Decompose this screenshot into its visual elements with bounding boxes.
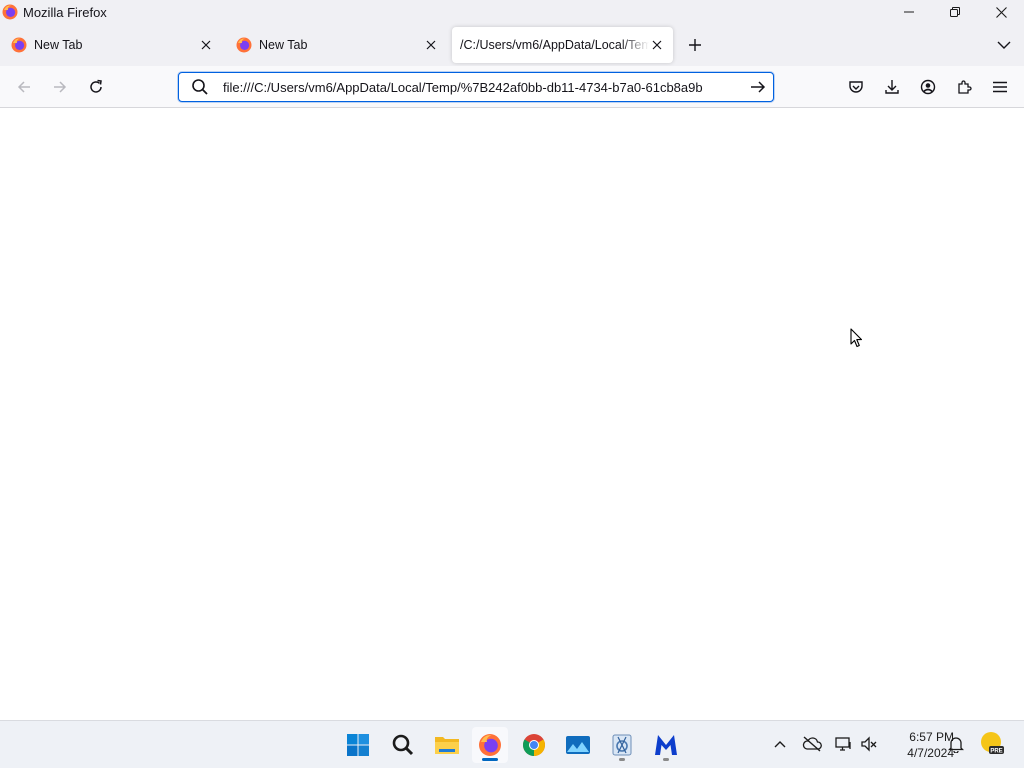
running-app-indicator xyxy=(619,758,625,761)
clock-date: 4/7/2024 xyxy=(907,746,954,760)
forward-arrow-icon xyxy=(54,81,67,93)
firefox-favicon-icon xyxy=(236,37,252,53)
windows-taskbar: 6:57 PM 4/7/2024 PRE xyxy=(0,720,1024,768)
hamburger-menu-icon xyxy=(993,81,1007,93)
pocket-button[interactable] xyxy=(844,75,868,99)
restore-icon xyxy=(950,7,960,17)
cloud-off-icon xyxy=(802,736,822,752)
page-content[interactable] xyxy=(0,108,1024,720)
chrome-taskbar-button[interactable] xyxy=(516,727,552,763)
tab-label: New Tab xyxy=(259,38,308,52)
chevron-down-icon xyxy=(997,41,1011,49)
restore-button[interactable] xyxy=(932,0,978,24)
close-icon xyxy=(652,40,662,50)
file-explorer-icon xyxy=(435,737,459,754)
photos-icon xyxy=(566,736,590,754)
snipping-tool-icon xyxy=(612,734,632,756)
search-icon xyxy=(392,734,414,756)
malwarebytes-taskbar-button[interactable] xyxy=(648,727,684,763)
tab-active-file[interactable]: /C:/Users/vm6/AppData/Local/Temp/%7B242a… xyxy=(452,27,673,63)
reload-button[interactable] xyxy=(84,75,108,99)
account-icon xyxy=(920,79,936,95)
firefox-taskbar-button[interactable] xyxy=(472,727,508,763)
close-window-button[interactable] xyxy=(978,0,1024,24)
tab-close-button[interactable] xyxy=(423,37,439,53)
running-app-indicator xyxy=(663,758,669,761)
bell-icon xyxy=(948,737,964,753)
search-icon xyxy=(192,79,208,95)
chrome-icon xyxy=(523,734,545,756)
show-hidden-icons-button[interactable] xyxy=(769,733,791,755)
copilot-preview-button[interactable]: PRE xyxy=(980,731,1004,755)
tab-label: /C:/Users/vm6/AppData/Local/Temp/%7B242a… xyxy=(460,38,649,52)
firefox-icon xyxy=(479,734,501,756)
network-tray-button[interactable] xyxy=(833,733,855,755)
taskbar-search-button[interactable] xyxy=(385,727,421,763)
tab-new-tab-1[interactable]: New Tab xyxy=(2,27,222,63)
account-button[interactable] xyxy=(916,75,940,99)
forward-button[interactable] xyxy=(48,75,72,99)
window-title: Mozilla Firefox xyxy=(23,4,107,20)
new-tab-button[interactable] xyxy=(683,33,707,57)
downloads-button[interactable] xyxy=(880,75,904,99)
tab-strip: New Tab New Tab /C:/Users/vm6/AppData/Lo… xyxy=(0,24,1024,66)
firefox-favicon-icon xyxy=(11,37,27,53)
onedrive-tray-button[interactable] xyxy=(801,733,823,755)
minimize-icon xyxy=(904,11,914,13)
tab-close-button[interactable] xyxy=(649,37,665,53)
puzzle-icon xyxy=(958,80,972,94)
go-arrow-icon[interactable] xyxy=(749,78,767,96)
plus-icon xyxy=(689,39,701,51)
chevron-up-icon xyxy=(774,741,786,748)
firefox-window: Mozilla Firefox New Tab New Tab /C:/User… xyxy=(0,0,1024,768)
system-clock[interactable]: 6:57 PM 4/7/2024 xyxy=(884,729,954,761)
close-icon xyxy=(426,40,436,50)
volume-tray-button[interactable] xyxy=(858,733,880,755)
start-button[interactable] xyxy=(340,727,376,763)
firefox-app-icon xyxy=(2,4,18,20)
back-button[interactable] xyxy=(12,75,36,99)
reload-icon xyxy=(90,79,102,93)
volume-muted-icon xyxy=(861,736,877,752)
clock-time: 6:57 PM xyxy=(909,730,954,744)
close-icon xyxy=(201,40,211,50)
navigation-toolbar: file:///C:/Users/vm6/AppData/Local/Temp/… xyxy=(0,66,1024,108)
malwarebytes-icon xyxy=(655,735,677,755)
photos-taskbar-button[interactable] xyxy=(560,727,596,763)
file-explorer-button[interactable] xyxy=(429,727,465,763)
tab-new-tab-2[interactable]: New Tab xyxy=(227,27,447,63)
download-icon xyxy=(885,80,899,94)
tab-label: New Tab xyxy=(34,38,83,52)
address-input[interactable]: file:///C:/Users/vm6/AppData/Local/Temp/… xyxy=(223,80,745,95)
address-bar[interactable]: file:///C:/Users/vm6/AppData/Local/Temp/… xyxy=(178,72,774,102)
notifications-button[interactable] xyxy=(945,733,967,755)
copilot-pre-icon: PRE xyxy=(981,732,1004,754)
close-icon xyxy=(995,6,1007,18)
extensions-button[interactable] xyxy=(952,75,976,99)
pocket-icon xyxy=(849,81,863,93)
tab-close-button[interactable] xyxy=(198,37,214,53)
windows-start-icon xyxy=(347,734,369,756)
active-app-indicator xyxy=(482,758,498,761)
title-bar: Mozilla Firefox xyxy=(0,0,1024,24)
snipping-tool-taskbar-button[interactable] xyxy=(604,727,640,763)
list-all-tabs-button[interactable] xyxy=(992,33,1016,57)
mouse-cursor-icon xyxy=(850,328,863,348)
app-menu-button[interactable] xyxy=(988,75,1012,99)
window-controls xyxy=(886,0,1024,24)
minimize-button[interactable] xyxy=(886,0,932,24)
back-arrow-icon xyxy=(17,81,30,93)
svg-text:PRE: PRE xyxy=(990,748,1002,754)
network-icon xyxy=(835,737,851,751)
